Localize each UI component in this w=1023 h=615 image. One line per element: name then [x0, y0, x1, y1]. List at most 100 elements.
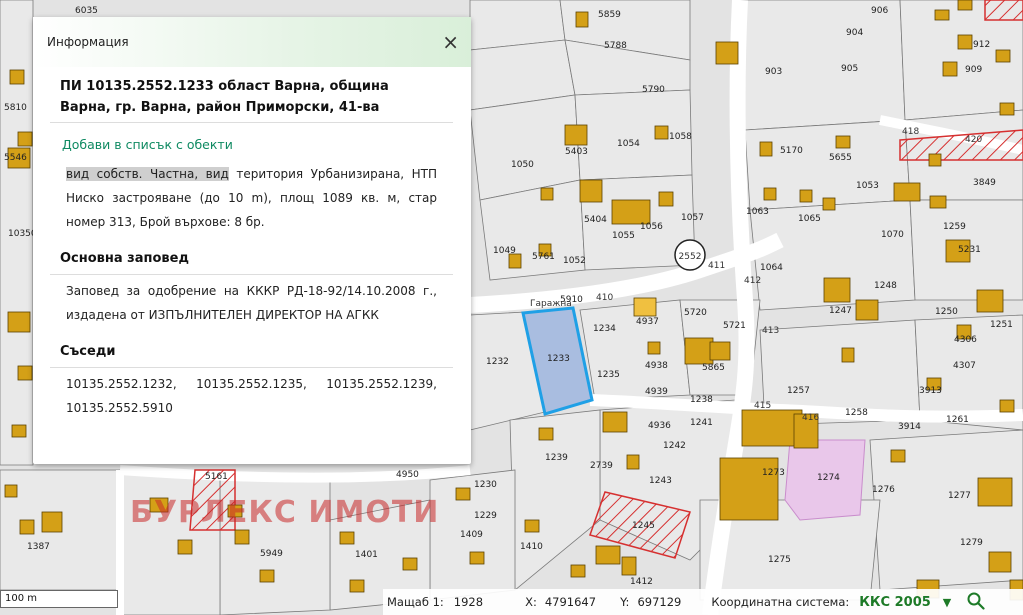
road-point-label: 415: [754, 401, 771, 411]
plot-label: 1247: [829, 306, 852, 316]
plot-label: 4937: [636, 317, 659, 327]
plot-label: 1238: [690, 395, 713, 405]
plot-label: 5231: [958, 245, 981, 255]
neighbors-section-title: Съседи: [50, 337, 453, 368]
plot-label: 5761: [532, 252, 555, 262]
plot-label: 4307: [953, 361, 976, 371]
plot-label: 5655: [829, 153, 852, 163]
plot-label: 1230: [474, 480, 497, 490]
plot-label: 5170: [780, 146, 803, 156]
plot-label: 4950: [396, 470, 419, 480]
plot-label: 1055: [612, 231, 635, 241]
y-coord-value: 697129: [637, 595, 682, 609]
selected-plot-label: 1233: [547, 354, 570, 364]
neighbors-list: 10135.2552.1232, 10135.2552.1235, 10135.…: [66, 377, 437, 415]
plot-label: 1387: [27, 542, 50, 552]
road-point-label: 410: [596, 293, 613, 303]
plot-label: 4938: [645, 361, 668, 371]
plot-label: 1229: [474, 511, 497, 521]
plot-label: 5161: [205, 472, 228, 482]
plot-label: 4939: [645, 387, 668, 397]
road-point-label: 413: [762, 326, 779, 336]
plot-label: 5810: [4, 103, 27, 113]
info-panel-header: Информация ×: [33, 17, 471, 67]
plot-label: 1259: [943, 222, 966, 232]
coordinate-system-select[interactable]: ККС 2005: [859, 595, 931, 610]
coordinate-system-label: Координатна система:: [711, 595, 850, 609]
order-text: Заповед за одобрение на КККР РД-18-92/14…: [66, 284, 437, 322]
plot-label: 5788: [604, 41, 627, 51]
plot-label: 5910: [560, 295, 583, 305]
chevron-down-icon[interactable]: ▼: [943, 596, 951, 609]
plot-label: 5859: [598, 10, 621, 20]
plot-label: 1064: [760, 263, 783, 273]
road-point-label: 418: [902, 127, 919, 137]
plot-label: 1410: [520, 542, 543, 552]
plot-label: 1273: [762, 468, 785, 478]
plot-label: 1276: [872, 485, 895, 495]
plot-label: 1235: [597, 370, 620, 380]
parcel-details: вид собств. Частна, вид територия Урбани…: [50, 158, 453, 242]
plot-label: 4936: [648, 421, 671, 431]
info-panel: Информация × ПИ 10135.2552.1233 област В…: [33, 17, 471, 464]
plot-label: 1056: [640, 222, 663, 232]
plot-label: 4306: [954, 335, 977, 345]
plot-label: 5720: [684, 308, 707, 318]
close-icon[interactable]: ×: [442, 32, 459, 52]
scale-value: 1928: [453, 595, 484, 609]
add-to-list-link[interactable]: Добави в списък с обекти: [50, 123, 453, 158]
plot-label: 1234: [593, 324, 616, 334]
plot-label: 3914: [898, 422, 921, 432]
road-number-label: 2552: [679, 252, 702, 262]
plot-label: 1050: [511, 160, 534, 170]
plot-label: 5949: [260, 549, 283, 559]
plot-label: 1052: [563, 256, 586, 266]
info-panel-title: Информация: [47, 35, 129, 49]
plot-label: 5790: [642, 85, 665, 95]
x-coord-label: X:: [525, 595, 537, 609]
plot-label: 1277: [948, 491, 971, 501]
plot-label: 1065: [798, 214, 821, 224]
x-coord-value: 4791647: [544, 595, 597, 609]
plot-label: 1409: [460, 530, 483, 540]
plot-label: 905: [841, 64, 858, 74]
road-point-label: 420: [965, 135, 982, 145]
plot-label: 1054: [617, 139, 640, 149]
plot-label: 1057: [681, 213, 704, 223]
plot-label: 1274: [817, 473, 840, 483]
scale-label: Мащаб 1:: [387, 595, 444, 609]
plot-label: 1053: [856, 181, 879, 191]
info-panel-body: ПИ 10135.2552.1233 област Варна, община …: [33, 67, 471, 428]
plot-label: 5546: [4, 153, 27, 163]
plot-label: 1279: [960, 538, 983, 548]
plot-label: 5403: [565, 147, 588, 157]
plot-label: 1257: [787, 386, 810, 396]
hatched-plot: [984, 0, 1023, 21]
y-coord-label: Y:: [620, 595, 630, 609]
plot-label: 3849: [973, 178, 996, 188]
plot-label: 1250: [935, 307, 958, 317]
plot-label: 903: [765, 67, 782, 77]
road-point-label: 416: [802, 413, 819, 423]
neighbors-section: Съседи 10135.2552.1232, 10135.2552.1235,…: [50, 337, 453, 428]
search-icon[interactable]: [967, 592, 985, 613]
plot-label: 1241: [690, 418, 713, 428]
plot-label: 1261: [946, 415, 969, 425]
plot-label: 1275: [768, 555, 791, 565]
plot-label: 5865: [702, 363, 725, 373]
plot-label: 1063: [746, 207, 769, 217]
plot-label: 5721: [723, 321, 746, 331]
plot-label: 1248: [874, 281, 897, 291]
watermark: БУРЛЕКС ИМОТИ: [130, 495, 440, 530]
plot-label: 6035: [75, 6, 98, 16]
plot-label: 5404: [584, 215, 607, 225]
plot-label: 906: [871, 6, 888, 16]
plot-label: 1232: [486, 357, 509, 367]
road-point-label: 411: [708, 261, 725, 271]
scale-bar: 100 m: [0, 590, 118, 608]
order-section: Основна заповед Заповед за одобрение на …: [50, 244, 453, 335]
plot-label: 1239: [545, 453, 568, 463]
plot-label: 1242: [663, 441, 686, 451]
plot-label: 1251: [990, 320, 1013, 330]
plot-label: 912: [973, 40, 990, 50]
